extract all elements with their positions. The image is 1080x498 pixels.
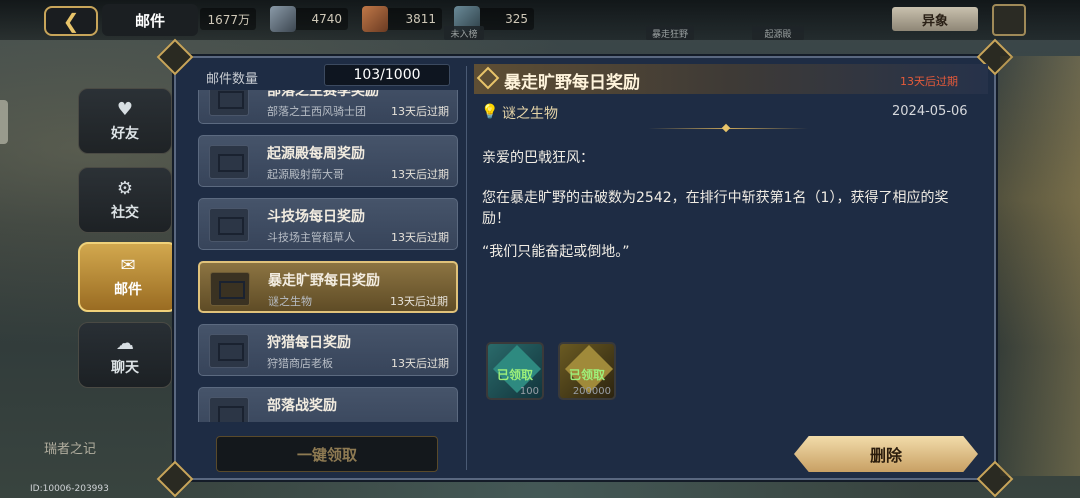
map-chip: 未入榜: [444, 26, 484, 40]
claim-all-button[interactable]: 一键领取: [216, 436, 438, 472]
envelope-icon: [209, 145, 249, 179]
mail-item-expiry: 13天后过期: [390, 295, 448, 308]
resource-icon: [270, 6, 296, 32]
mail-item-title: 狩猎每日奖励: [267, 335, 351, 351]
resource-2[interactable]: 4740: [270, 6, 348, 32]
resource-gold: 1677万: [200, 8, 256, 30]
resource-icon: [362, 6, 388, 32]
resource-3[interactable]: 3811: [362, 6, 442, 32]
mail-icon: ✉: [120, 255, 136, 276]
sidebar-item-label: 邮件: [114, 282, 142, 298]
detail-date: 2024-05-06: [892, 104, 968, 119]
side-handle[interactable]: [0, 100, 8, 144]
page-title: 邮件: [102, 4, 198, 36]
detail-sender: 谜之生物: [502, 106, 558, 122]
mail-item-selected[interactable]: 暴走旷野每日奖励 谜之生物 13天后过期: [198, 261, 458, 313]
mail-item-title: 斗技场每日奖励: [267, 209, 365, 225]
claimed-label: 已领取: [496, 368, 533, 382]
mail-item-title: 暴走旷野每日奖励: [268, 273, 380, 289]
envelope-icon: [209, 208, 249, 242]
envelope-icon: [209, 90, 249, 116]
mail-list[interactable]: 部落之主赛季奖励 部落之王西风骑士团 13天后过期 起源殿每周奖励 起源殿射箭大…: [196, 90, 460, 422]
mail-item[interactable]: 起源殿每周奖励 起源殿射箭大哥 13天后过期: [198, 135, 458, 187]
mail-item-sender: 谜之生物: [268, 295, 312, 308]
mail-quote: “我们只能奋起或倒地。”: [482, 244, 630, 260]
mail-item-sender: 起源殿射箭大哥: [267, 168, 344, 181]
delete-button[interactable]: 删除: [794, 436, 978, 472]
reward-quantity: 200000: [572, 386, 611, 397]
mail-count: 103/1000: [324, 64, 450, 86]
sidebar-item-label: 好友: [111, 126, 139, 142]
social-icon: ⚙: [116, 178, 134, 199]
envelope-icon: [209, 397, 249, 422]
reward-item[interactable]: 已领取 200000: [558, 342, 616, 400]
anomaly-button[interactable]: 异象: [892, 7, 978, 31]
mail-item-title: 部落战奖励: [267, 398, 337, 414]
mail-count-label: 邮件数量: [206, 72, 259, 87]
sidebar-item-friends[interactable]: ♥ 好友: [78, 88, 172, 154]
mail-item-sender: 斗技场主管稻草人: [267, 231, 355, 244]
background-edge: [1000, 56, 1080, 476]
mail-item[interactable]: 部落之主赛季奖励 部落之王西风骑士团 13天后过期: [198, 90, 458, 124]
panel-divider: [466, 66, 467, 470]
menu-icon[interactable]: [992, 4, 1026, 36]
mail-item-title: 部落之主赛季奖励: [267, 90, 379, 99]
back-arrow-icon: ❮: [62, 9, 80, 33]
map-chip: 起源殿: [752, 26, 804, 40]
mail-panel: 邮件数量 103/1000 部落之主赛季奖励 部落之王西风骑士团 13天后过期 …: [156, 38, 1014, 498]
sidebar-item-social[interactable]: ⚙ 社交: [78, 167, 172, 233]
mail-item-expiry: 13天后过期: [391, 231, 449, 244]
diamond-icon: [476, 66, 500, 90]
mail-item[interactable]: 狩猎每日奖励 狩猎商店老板 13天后过期: [198, 324, 458, 376]
mail-greeting: 亲爱的巴戟狂风：: [482, 150, 594, 166]
bulb-icon: 💡: [481, 104, 499, 120]
sidebar-item-chat[interactable]: ☁ 聊天: [78, 322, 172, 388]
claimed-label: 已领取: [568, 368, 605, 382]
reward-item[interactable]: 已领取 100: [486, 342, 544, 400]
user-id: ID:10006-203993: [30, 484, 109, 494]
detail-header: 暴走旷野每日奖励 13天后过期: [474, 64, 988, 94]
mail-item[interactable]: 部落战奖励: [198, 387, 458, 422]
envelope-icon: [210, 272, 250, 306]
mail-item-expiry: 13天后过期: [391, 357, 449, 370]
back-button[interactable]: ❮: [44, 6, 98, 36]
reward-quantity: 100: [519, 386, 539, 397]
friends-icon: ♥: [116, 99, 134, 120]
top-bar: ❮ 邮件 1677万 4740 3811 325 异象: [0, 0, 1080, 40]
ornament-dot: [721, 123, 731, 133]
envelope-icon: [209, 334, 249, 368]
chat-icon: ☁: [116, 333, 134, 354]
mail-body: 您在暴走旷野的击破数为2542，在排行中斩获第1名（1），获得了相应的奖励！: [482, 190, 949, 227]
mail-item-title: 起源殿每周奖励: [267, 146, 365, 162]
detail-title: 暴走旷野每日奖励: [504, 73, 640, 93]
map-chip: 暴走狂野: [646, 26, 694, 40]
sidebar-item-mail[interactable]: ✉ 邮件: [78, 242, 178, 312]
sidebar-item-label: 社交: [111, 205, 139, 221]
mail-item-sender: 部落之王西风骑士团: [267, 105, 366, 118]
mail-item-sender: 狩猎商店老板: [267, 357, 333, 370]
sidebar-item-label: 聊天: [111, 360, 139, 376]
mail-item-expiry: 13天后过期: [391, 168, 449, 181]
bottom-left-label: 瑞者之记: [44, 442, 97, 457]
detail-expiry: 13天后过期: [900, 75, 958, 88]
mail-item[interactable]: 斗技场每日奖励 斗技场主管稻草人 13天后过期: [198, 198, 458, 250]
mail-item-expiry: 13天后过期: [391, 105, 449, 118]
